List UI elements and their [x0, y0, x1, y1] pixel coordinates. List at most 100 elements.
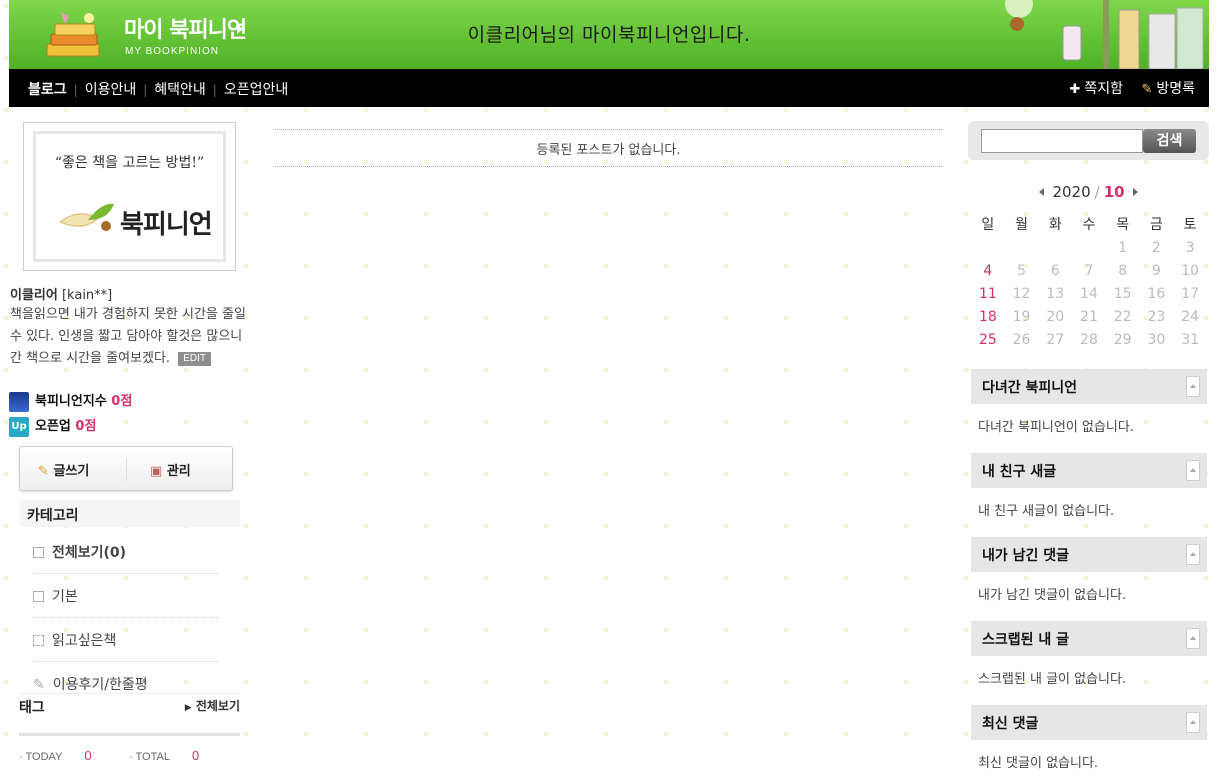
calendar-day: 15	[1113, 285, 1132, 302]
category-label: 읽고싶은책	[52, 633, 117, 649]
write-manage-buttons: ✎ 글쓰기 ▣ 관리	[19, 446, 233, 491]
total-counter: · TOTAL 0	[129, 748, 200, 763]
logo-subtext: MY BOOKPINION	[125, 46, 219, 57]
star-badge-icon	[9, 391, 29, 412]
calendar-day: 16	[1147, 285, 1166, 302]
calendar-day: 14	[1080, 285, 1098, 302]
collapse-icon[interactable]	[1186, 460, 1200, 481]
nav-openup-link[interactable]: 오픈업안내	[224, 79, 288, 99]
calendar-day: 30	[1147, 331, 1166, 348]
tag-title: 태그	[19, 700, 45, 716]
calendar-day	[1072, 236, 1106, 259]
profile-nickname[interactable]: 이클리어	[10, 288, 58, 303]
widget-friends-header: 내 친구 새글	[971, 453, 1207, 488]
category-item-basic[interactable]: 기본	[33, 574, 219, 618]
nav-separator: |	[73, 83, 78, 97]
calendar-week: 1 2 3	[971, 236, 1207, 259]
calendar-day: 29	[1113, 331, 1132, 348]
collapse-icon[interactable]	[1186, 376, 1200, 397]
total-value: 0	[191, 748, 200, 763]
message-box-link[interactable]: ✚ 쪽지함	[1069, 78, 1123, 98]
next-month-icon[interactable]	[1132, 188, 1138, 196]
widget-title: 스크랩된 내 글	[982, 632, 1070, 648]
openup-score-label[interactable]: 오픈업	[35, 419, 71, 434]
nav-menu: 블로그 | 이용안내 | 혜택안내 | 오픈업안내	[28, 79, 288, 99]
nav-guide-link[interactable]: 이용안내	[85, 79, 137, 99]
category-item-all[interactable]: 전체보기(0)	[33, 530, 219, 574]
calendar-day: 1	[1118, 239, 1128, 256]
category-item-review[interactable]: ✎ 이용후기/한줄평	[33, 662, 219, 694]
guestbook-link[interactable]: ✎ 방명록	[1141, 78, 1195, 98]
search-button[interactable]: 검색	[1143, 129, 1196, 153]
manage-button[interactable]: ▣ 관리	[150, 460, 191, 479]
weekday-label: 토	[1183, 217, 1197, 233]
calendar-week: 11 12 13 14 15 16 17	[971, 282, 1207, 305]
calendar-day: 17	[1181, 285, 1200, 302]
calendar-day	[1005, 236, 1039, 259]
calendar-day: 18	[978, 308, 997, 325]
weekday-label: 일	[981, 217, 995, 233]
calendar-day: 26	[1012, 331, 1031, 348]
header-decoration-illustration	[1005, 0, 1204, 69]
banner-frame: “좋은 책을 고르는 방법!” 북피니언	[33, 131, 226, 262]
calendar-week: 18 19 20 21 22 23 24	[971, 305, 1207, 328]
calendar-day: 4	[983, 262, 993, 279]
leaf-logo-icon	[59, 203, 114, 231]
calendar-day: 11	[978, 285, 997, 302]
collapse-icon[interactable]	[1186, 544, 1200, 565]
collapse-icon[interactable]	[1186, 628, 1200, 649]
button-divider	[126, 457, 127, 481]
calendar-day: 13	[1046, 285, 1065, 302]
nav-blog-link[interactable]: 블로그	[28, 79, 67, 99]
message-box-label: 쪽지함	[1084, 81, 1123, 97]
calendar-day: 25	[978, 331, 997, 348]
calendar-day: 9	[1151, 262, 1161, 279]
bookpinion-score-label[interactable]: 북피니언지수	[35, 394, 107, 409]
calendar-day: 28	[1080, 331, 1098, 348]
calendar-month: 10	[1103, 183, 1125, 201]
calendar-day: 10	[1181, 262, 1200, 279]
calendar-day: 8	[1118, 262, 1128, 279]
widget-my-comments-header: 내가 남긴 댓글	[971, 537, 1207, 572]
nav-separator: |	[212, 83, 217, 97]
calendar-day: 27	[1046, 331, 1065, 348]
weekday-label: 목	[1116, 217, 1130, 233]
openup-badge-icon: Up	[9, 416, 29, 437]
bookpinion-banner[interactable]: “좋은 책을 고르는 방법!” 북피니언	[23, 122, 236, 271]
profile-name-line: 이클리어 [kain**]	[10, 284, 112, 303]
calendar-week: 25 26 27 28 29 30 31	[971, 328, 1207, 351]
category-label: 이용후기/한줄평	[52, 677, 148, 693]
calendar-day: 23	[1147, 308, 1166, 325]
calendar-header: 2020/10	[968, 183, 1209, 201]
tag-view-all-link[interactable]: ▶ 전체보기	[185, 697, 240, 714]
edit-profile-button[interactable]: EDIT	[178, 352, 211, 366]
today-value: 0	[84, 748, 92, 763]
openup-score: Up 오픈업 0점	[9, 415, 96, 437]
widget-my-comments-empty: 내가 남긴 댓글이 없습니다.	[978, 588, 1127, 603]
calendar-day: 21	[1080, 308, 1098, 325]
nav-benefit-link[interactable]: 혜택안내	[154, 79, 206, 99]
manage-icon: ▣	[150, 464, 163, 479]
calendar-day: 12	[1012, 285, 1031, 302]
write-button[interactable]: ✎ 글쓰기	[38, 460, 89, 479]
widget-scrapped-empty: 스크랩된 내 글이 없습니다.	[978, 672, 1127, 687]
pencil-icon: ✎	[38, 464, 49, 479]
top-nav-bar: 블로그 | 이용안내 | 혜택안내 | 오픈업안내 ✚ 쪽지함 ✎ 방명록	[9, 69, 1209, 107]
calendar-day: 7	[1084, 262, 1094, 279]
profile-description: 책을읽으면 내가 경험하지 못한 시간을 줄일수 있다. 인생을 짧고 담아야 …	[10, 304, 252, 370]
search-input[interactable]	[981, 129, 1143, 153]
openup-score-value: 0점	[75, 419, 97, 434]
pencil-icon: ✎	[33, 677, 45, 693]
category-item-wishlist[interactable]: 읽고싶은책	[33, 618, 219, 662]
nav-user-menu: ✚ 쪽지함 ✎ 방명록	[1055, 78, 1195, 98]
calendar-day: 24	[1181, 308, 1200, 325]
calendar-day	[971, 236, 1005, 259]
calendar-weekday-row: 일 월 화 수 목 금 토	[971, 212, 1207, 236]
calendar-day: 5	[1017, 262, 1027, 279]
write-button-label: 글쓰기	[53, 464, 90, 479]
calendar-week: 4 5 6 7 8 9 10	[971, 259, 1207, 282]
prev-month-icon[interactable]	[1039, 188, 1045, 196]
collapse-icon[interactable]	[1186, 712, 1200, 733]
message-icon: ✚	[1069, 82, 1081, 97]
banner-brand-name: 북피니언	[120, 210, 213, 240]
